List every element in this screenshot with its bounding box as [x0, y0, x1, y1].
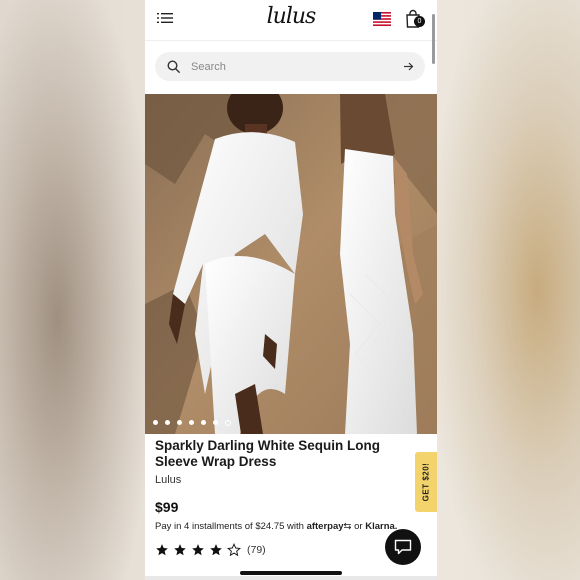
- klarna-link[interactable]: Klarna.: [365, 521, 397, 532]
- carousel-dot-active[interactable]: [225, 420, 231, 426]
- product-brand[interactable]: Lulus: [155, 474, 181, 486]
- carousel-dot[interactable]: [165, 420, 170, 425]
- product-photo: [145, 94, 437, 434]
- afterpay-link[interactable]: afterpay: [307, 521, 344, 532]
- phone-screen: lulus 0 Search Sparkly Darling White Seq…: [145, 0, 437, 580]
- star-filled-icon: [156, 544, 168, 556]
- installments-or: or: [354, 521, 363, 532]
- star-filled-icon: [210, 544, 222, 556]
- carousel-dot[interactable]: [201, 420, 206, 425]
- search-input[interactable]: [191, 58, 391, 75]
- installments-prefix: Pay in 4 installments of $24.75 with: [155, 521, 304, 532]
- star-filled-icon: [192, 544, 204, 556]
- chat-button[interactable]: [385, 529, 421, 565]
- review-count[interactable]: (79): [247, 544, 266, 556]
- carousel-dots: [153, 420, 231, 426]
- chat-bubble-icon: [394, 539, 412, 555]
- product-price: $99: [155, 499, 179, 515]
- menu-icon[interactable]: [157, 10, 173, 26]
- carousel-dot[interactable]: [213, 420, 218, 425]
- rating-stars[interactable]: (79): [155, 543, 266, 557]
- arrow-right-icon[interactable]: [403, 61, 414, 72]
- home-indicator[interactable]: [240, 571, 342, 575]
- afterpay-arrow-icon: ⇆: [343, 521, 352, 532]
- scrollbar[interactable]: [432, 14, 435, 64]
- get-20-promo-tab[interactable]: GET $20!: [415, 452, 437, 512]
- star-empty-icon: [227, 543, 241, 557]
- search-icon: [167, 60, 180, 73]
- search-bar[interactable]: [155, 52, 425, 81]
- background-blur-right: [437, 0, 580, 580]
- cart-count-badge: 0: [414, 16, 425, 27]
- lulus-logo[interactable]: lulus: [261, 4, 321, 30]
- carousel-dot[interactable]: [189, 420, 194, 425]
- product-image-carousel[interactable]: [145, 94, 437, 434]
- star-filled-icon: [174, 544, 186, 556]
- product-title: Sparkly Darling White Sequin Long Sleeve…: [155, 438, 381, 469]
- carousel-dot[interactable]: [153, 420, 158, 425]
- installments-text: Pay in 4 installments of $24.75 with aft…: [155, 521, 397, 532]
- us-flag-icon[interactable]: [373, 12, 391, 26]
- get-20-promo-label: GET $20!: [421, 462, 431, 502]
- bottom-edge: [145, 576, 437, 580]
- carousel-dot[interactable]: [177, 420, 182, 425]
- site-header: lulus 0: [145, 0, 437, 41]
- background-blur-left: [0, 0, 145, 580]
